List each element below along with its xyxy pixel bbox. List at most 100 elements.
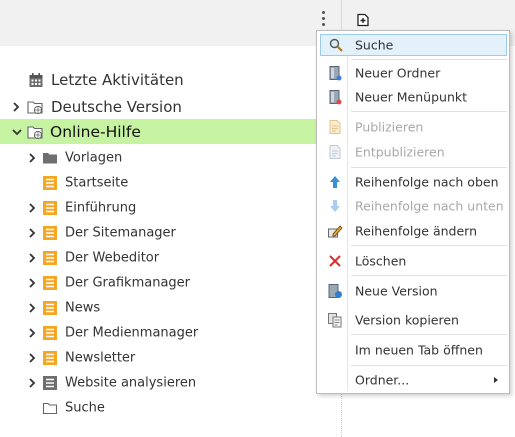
folder-globe-icon (27, 100, 43, 114)
menu-separator (351, 334, 507, 335)
page-list-icon (43, 300, 57, 315)
page-list-icon (43, 225, 57, 240)
menu-item-label: Reihenfolge nach oben (355, 174, 499, 190)
folder-outline-icon (42, 402, 58, 414)
tree-item-einfuehrung[interactable]: Einführung (0, 195, 341, 220)
tree-item-german-version[interactable]: Deutsche Version (0, 94, 341, 119)
chevron-right-icon[interactable] (27, 227, 37, 238)
menu-item-order-up[interactable]: Reihenfolge nach oben (318, 171, 508, 193)
tree-item-recent-activity[interactable]: Letzte Aktivitäten (0, 67, 341, 92)
tree-item-templates[interactable]: Vorlagen (0, 145, 341, 170)
tree-item-label: Website analysieren (65, 375, 197, 390)
tree-item-suche[interactable]: Suche (0, 395, 341, 420)
tree-item-label: Deutsche Version (51, 97, 182, 116)
menu-item-new-version[interactable]: Neue Version (318, 280, 508, 302)
context-menu: Suche Neuer Ordner Neuer Menüpunkt Publi… (316, 30, 510, 394)
tree-item-label: Suche (65, 400, 105, 415)
tree-item-label: Der Webeditor (65, 250, 160, 265)
page-list-icon (43, 275, 57, 290)
tree-item-label: Letzte Aktivitäten (51, 70, 184, 89)
menu-item-label: Neuer Ordner (355, 65, 441, 81)
tree-item-label: Startseite (65, 175, 129, 190)
menu-item-label: Version kopieren (355, 312, 459, 328)
delete-x-icon (329, 255, 341, 267)
edit-order-icon (328, 225, 343, 238)
tree-item-label: Newsletter (65, 350, 136, 365)
menu-item-new-folder[interactable]: Neuer Ordner (318, 62, 508, 84)
chevron-right-icon[interactable] (27, 152, 37, 163)
menu-item-order-down[interactable]: Reihenfolge nach unten (318, 195, 508, 217)
tree-item-label: Vorlagen (65, 150, 123, 165)
tree-item-grafikmanager[interactable]: Der Grafikmanager (0, 270, 341, 295)
chevron-right-icon[interactable] (11, 101, 21, 112)
menu-item-label: Neue Version (355, 283, 438, 299)
more-options-icon[interactable] (320, 11, 326, 31)
submenu-arrow-icon (494, 377, 498, 383)
page-list-gray-icon (43, 375, 57, 390)
chevron-right-icon[interactable] (27, 202, 37, 213)
menu-item-folder-submenu[interactable]: Ordner... (318, 369, 508, 391)
chevron-right-icon[interactable] (27, 352, 37, 363)
tree-item-webeditor[interactable]: Der Webeditor (0, 245, 341, 270)
tree-item-label: Der Sitemanager (65, 225, 176, 240)
new-folder-icon (329, 66, 342, 81)
chevron-right-icon[interactable] (27, 252, 37, 263)
menu-item-label: Neuer Menüpunkt (355, 89, 468, 105)
menu-separator (351, 245, 507, 246)
menu-item-label: Suche (355, 37, 394, 53)
tree-item-website-analysieren[interactable]: Website analysieren (0, 370, 341, 395)
magnifier-icon (329, 38, 343, 52)
menu-item-label: Publizieren (355, 119, 424, 135)
menu-item-label: Entpublizieren (355, 144, 445, 160)
menu-item-copy-version[interactable]: Version kopieren (318, 309, 508, 331)
chevron-right-icon[interactable] (27, 277, 37, 288)
menu-item-label: Löschen (355, 253, 407, 269)
tree-item-medienmanager[interactable]: Der Medienmanager (0, 320, 341, 345)
tree-item-news[interactable]: News (0, 295, 341, 320)
tree-item-label: Einführung (65, 200, 137, 215)
page-list-icon (43, 250, 57, 265)
menu-item-new-menu-entry[interactable]: Neuer Menüpunkt (318, 86, 508, 108)
tree-item-newsletter[interactable]: Newsletter (0, 345, 341, 370)
menu-separator (351, 59, 507, 60)
menu-item-publish[interactable]: Publizieren (318, 116, 508, 138)
menu-item-delete[interactable]: Löschen (318, 250, 508, 272)
copy-version-icon (328, 313, 342, 328)
menu-item-label: Ordner... (355, 372, 410, 388)
tree-item-online-help[interactable]: Online-Hilfe (0, 119, 341, 144)
unpublish-icon (329, 145, 341, 159)
chevron-down-icon[interactable] (12, 127, 22, 137)
tree-item-sitemanager[interactable]: Der Sitemanager (0, 220, 341, 245)
chevron-right-icon[interactable] (27, 327, 37, 338)
folder-globe-icon (27, 125, 43, 139)
menu-item-unpublish[interactable]: Entpublizieren (318, 141, 508, 163)
menu-item-label: Im neuen Tab öffnen (355, 342, 483, 358)
new-menu-entry-icon (329, 90, 342, 105)
menu-separator (351, 167, 507, 168)
menu-item-search[interactable]: Suche (320, 34, 507, 56)
menu-item-label: Reihenfolge ändern (355, 223, 477, 239)
menu-separator (351, 365, 507, 366)
chevron-right-icon[interactable] (27, 302, 37, 313)
arrow-up-icon (330, 176, 340, 188)
menu-separator (351, 111, 507, 112)
tree-item-startseite[interactable]: Startseite (0, 170, 341, 195)
page-list-icon (43, 200, 57, 215)
tree-item-label: Online-Hilfe (50, 122, 141, 141)
page-list-icon (43, 350, 57, 365)
add-page-icon[interactable] (356, 13, 370, 27)
chevron-right-icon[interactable] (27, 377, 37, 388)
tree-item-label: Der Medienmanager (65, 325, 199, 340)
menu-separator (351, 275, 507, 276)
folder-icon (43, 152, 57, 163)
calendar-icon (29, 72, 43, 87)
publish-icon (329, 120, 341, 134)
arrow-down-icon (330, 200, 340, 212)
menu-item-change-order[interactable]: Reihenfolge ändern (318, 220, 508, 242)
tree-item-label: News (65, 300, 101, 315)
tree-item-label: Der Grafikmanager (65, 275, 191, 290)
page-list-icon (43, 325, 57, 340)
page-list-icon (43, 175, 57, 190)
new-version-icon (328, 284, 342, 298)
menu-item-open-new-tab[interactable]: Im neuen Tab öffnen (318, 339, 508, 361)
